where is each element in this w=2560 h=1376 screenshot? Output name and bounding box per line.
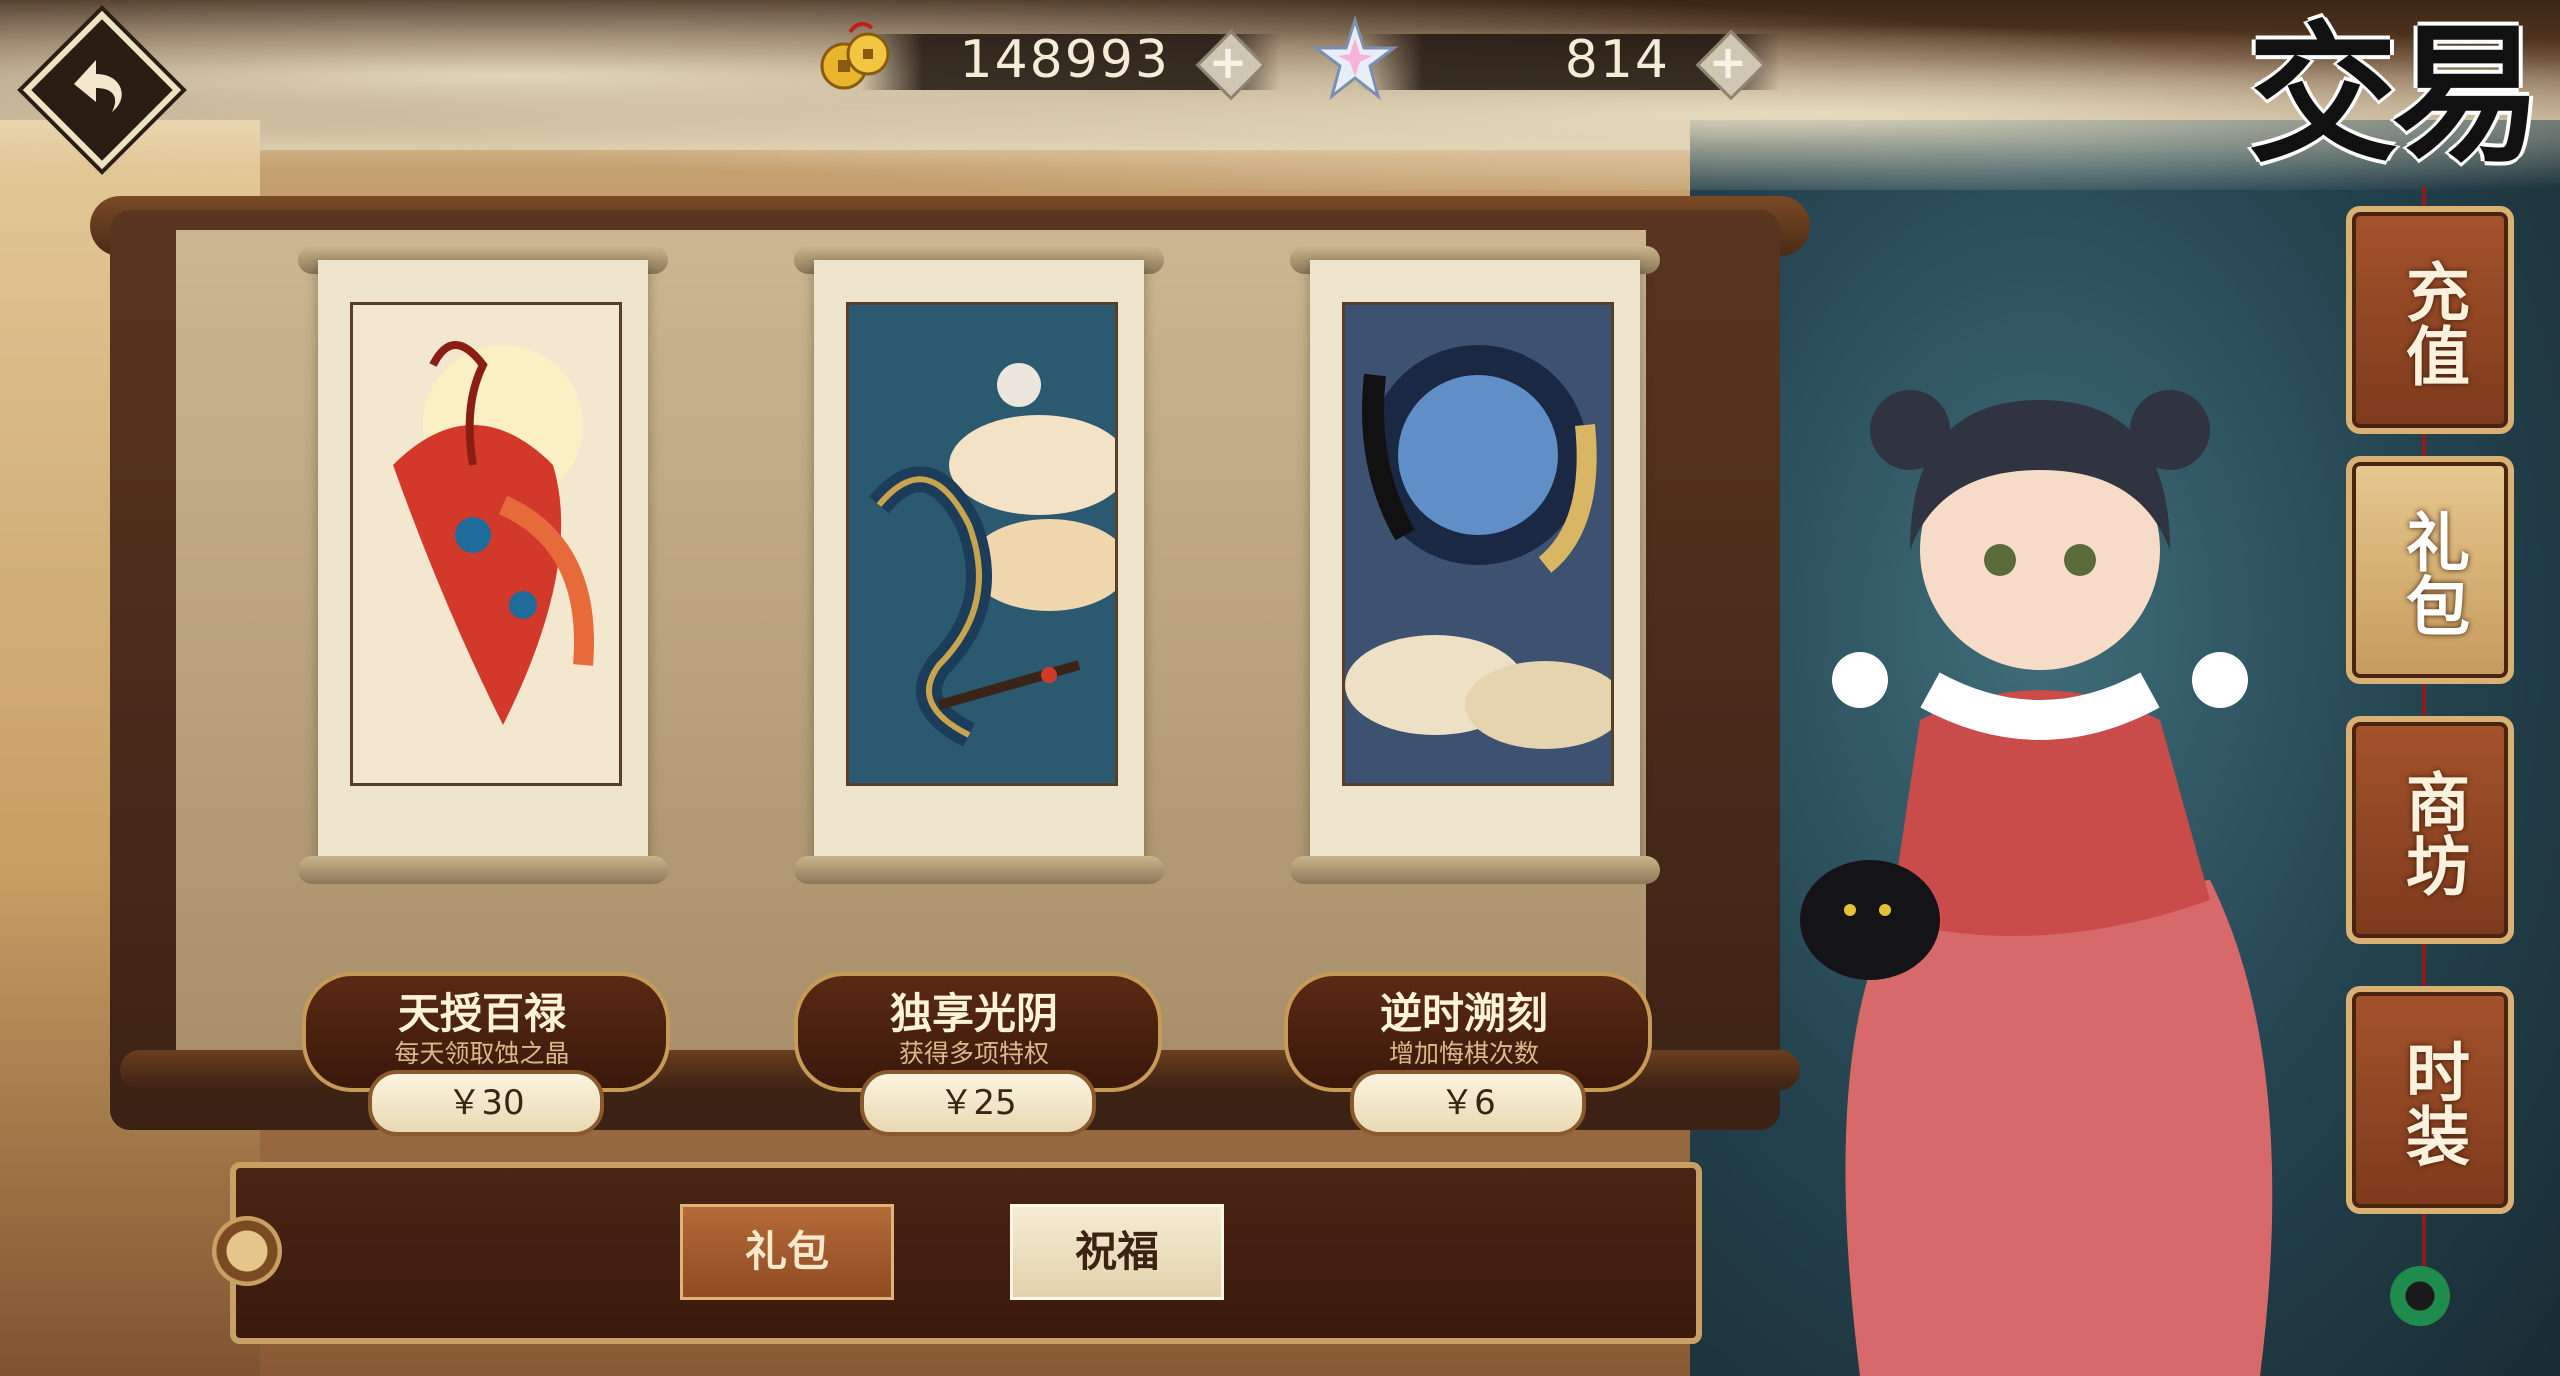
gift-price-button[interactable]: ￥25 <box>860 1070 1096 1136</box>
crystal-icon <box>1311 15 1399 100</box>
plus-icon: + <box>1708 35 1748 89</box>
tab-gift-packs[interactable]: 礼包 <box>2346 456 2514 684</box>
tab-blessing[interactable]: 祝福 <box>1010 1204 1224 1300</box>
tab-recharge[interactable]: 充值 <box>2346 206 2514 434</box>
bar-knob <box>212 1216 282 1286</box>
coin-amount: 148993 <box>959 30 1170 90</box>
gift-scroll-3[interactable] <box>1290 246 1660 896</box>
back-button[interactable] <box>22 10 182 170</box>
scroll-rod <box>1290 856 1660 884</box>
tab-label: 礼包 <box>2395 509 2470 637</box>
tab-label: 时装 <box>2395 1039 2470 1167</box>
jade-pendant-icon <box>2390 1266 2450 1326</box>
gift-scroll-1[interactable] <box>298 246 668 896</box>
add-crystals-button[interactable]: + <box>1695 29 1767 101</box>
cloud-decoration <box>0 0 2560 190</box>
return-arrow-icon <box>74 60 122 112</box>
crystal-amount: 814 <box>1564 30 1670 90</box>
tab-shop[interactable]: 商坊 <box>2346 716 2514 944</box>
side-menu: 充值 礼包 商坊 时装 <box>2334 186 2514 1326</box>
dragon-artwork <box>846 302 1118 786</box>
gift-description: 每天领取蚀之晶 <box>394 1039 570 1068</box>
screen-title: 交易 <box>2248 7 2542 183</box>
add-coins-button[interactable]: + <box>1195 29 1267 101</box>
tab-costumes[interactable]: 时装 <box>2346 986 2514 1214</box>
scroll-rod <box>794 856 1164 884</box>
gift-card-2[interactable]: 独享光阴 获得多项特权 ￥25 <box>794 972 1162 1142</box>
tab-label: 商坊 <box>2395 769 2470 897</box>
gift-card-3[interactable]: 逆时溯刻 增加悔棋次数 ￥6 <box>1284 972 1652 1142</box>
scroll-rod <box>298 856 668 884</box>
moon-koi-artwork <box>1342 302 1614 786</box>
gift-name: 独享光阴 <box>889 989 1058 1038</box>
gift-description: 获得多项特权 <box>898 1039 1049 1068</box>
gift-card-1[interactable]: 天授百禄 每天领取蚀之晶 ￥30 <box>302 972 670 1142</box>
gift-description: 增加悔棋次数 <box>1388 1039 1539 1068</box>
trade-screen: 148993 + 814 + 交易 天授百禄 每天领取蚀之晶 ￥30 独享光阴 … <box>0 0 2560 1376</box>
copper-coin-icon <box>820 21 890 90</box>
bottom-tab-bar <box>212 1162 1702 1344</box>
coin-counter: 148993 + <box>820 21 1280 101</box>
gift-price-button[interactable]: ￥6 <box>1350 1070 1586 1136</box>
shopkeeper-character <box>1800 390 2273 1376</box>
gift-name: 天授百禄 <box>397 989 566 1038</box>
phoenix-artwork <box>350 302 622 786</box>
tab-gift-pack[interactable]: 礼包 <box>680 1204 894 1300</box>
tab-label: 充值 <box>2395 259 2470 387</box>
crystal-counter: 814 + <box>1311 15 1780 101</box>
plus-icon: + <box>1208 35 1248 89</box>
gift-price-button[interactable]: ￥30 <box>368 1070 604 1136</box>
gift-scroll-2[interactable] <box>794 246 1164 896</box>
gift-name: 逆时溯刻 <box>1379 989 1548 1038</box>
